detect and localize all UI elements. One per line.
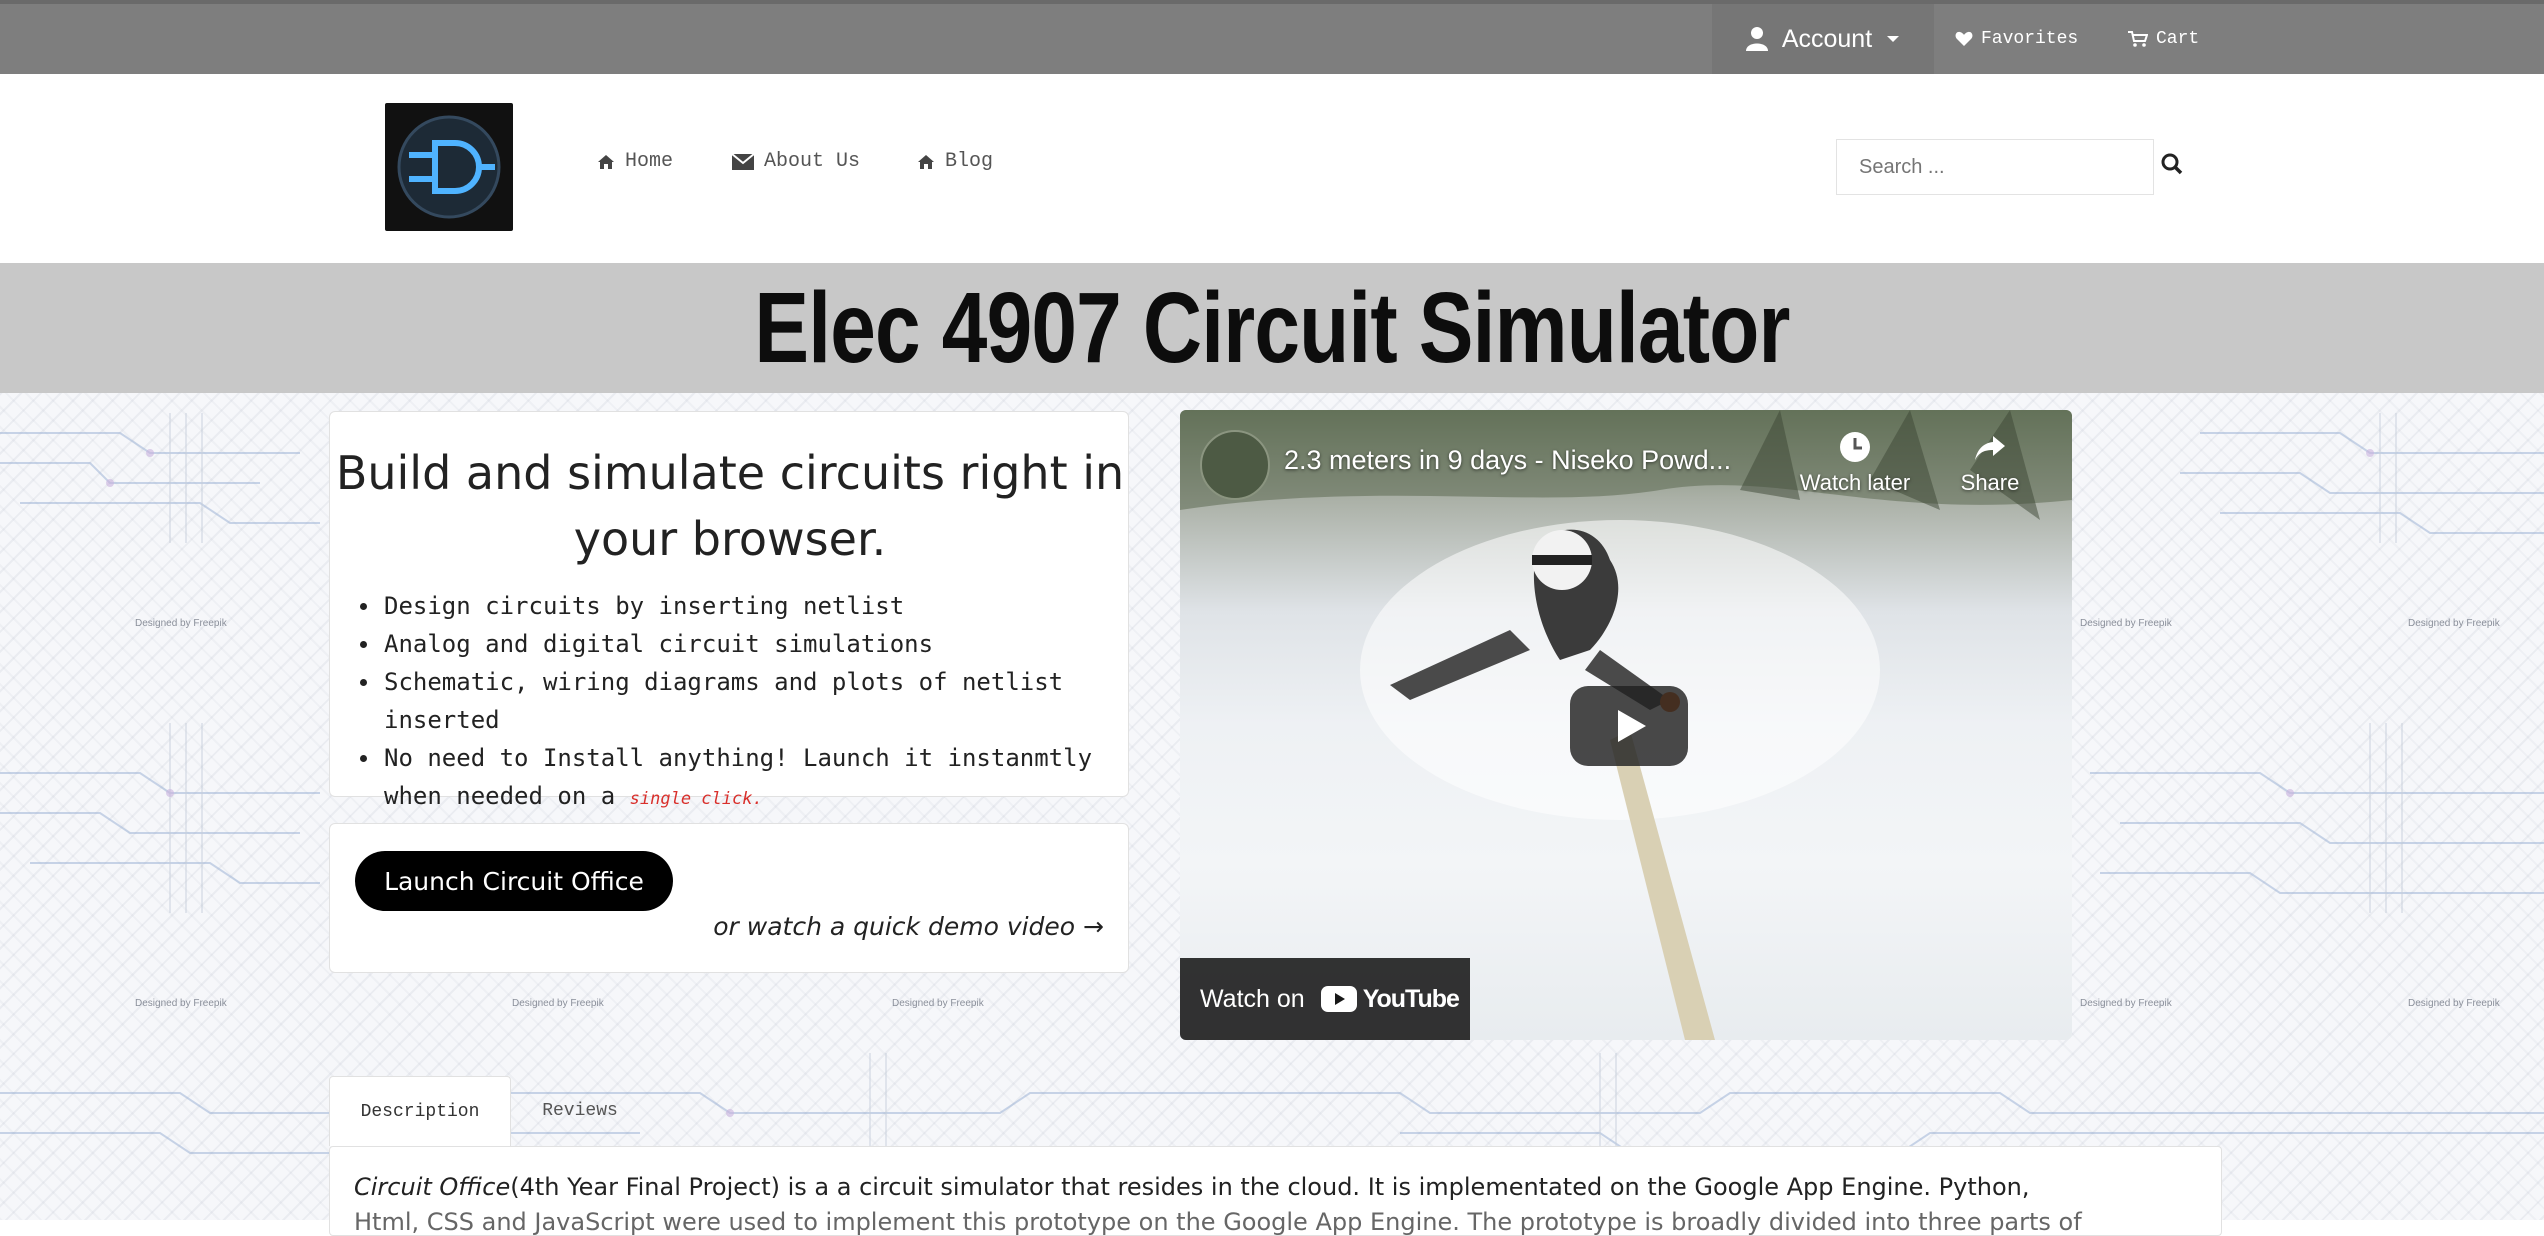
background-credit: Designed by Freepik: [2080, 618, 2172, 629]
cart-label: Cart: [2156, 29, 2200, 49]
intro-heading: Build and simulate circuits right in you…: [335, 446, 1125, 566]
cart-link[interactable]: Cart: [2128, 4, 2199, 74]
background-credit: Designed by Freepik: [2408, 998, 2500, 1009]
home-icon: [598, 154, 614, 169]
launch-panel: Launch Circuit Office or watch a quick d…: [329, 823, 1129, 973]
share-label: Share: [1960, 470, 2020, 495]
share-button[interactable]: Share: [1920, 430, 2060, 496]
youtube-wordmark: YouTube: [1362, 984, 1460, 1013]
feature-item: Schematic, wiring diagrams and plots of …: [356, 663, 1116, 739]
feature-item: Design circuits by inserting netlist: [356, 587, 1116, 625]
watch-on-label: Watch on: [1200, 984, 1305, 1013]
feature-item: Analog and digital circuit simulations: [356, 625, 1116, 663]
site-logo[interactable]: [385, 103, 513, 231]
tab-reviews[interactable]: Reviews: [520, 1076, 640, 1146]
nav-about-label: About Us: [764, 150, 861, 173]
search-icon: [2161, 153, 2183, 175]
watch-on-youtube-button[interactable]: Watch on YouTube: [1180, 958, 1470, 1040]
nav-home[interactable]: Home: [597, 150, 673, 173]
account-menu[interactable]: Account: [1712, 4, 1934, 74]
intro-panel: Build and simulate circuits right in you…: [329, 411, 1129, 810]
play-icon: [1618, 710, 1646, 742]
description-text-partial: Html, CSS and JavaScript were used to im…: [354, 1208, 2082, 1236]
caret-down-icon: [1887, 36, 1900, 42]
tab-reviews-label: Reviews: [542, 1101, 618, 1121]
background-credit: Designed by Freepik: [135, 618, 227, 629]
watch-later-button[interactable]: Watch later: [1785, 430, 1925, 496]
search-button[interactable]: [2160, 152, 2190, 182]
nav-home-label: Home: [625, 150, 674, 173]
hero-banner: Elec 4907 Circuit Simulator: [0, 263, 2544, 393]
channel-avatar[interactable]: [1200, 430, 1270, 500]
page-title: Elec 4907 Circuit Simulator: [754, 272, 1790, 384]
youtube-logo: YouTube: [1320, 984, 1460, 1014]
watch-later-label: Watch later: [1799, 470, 1911, 495]
feature-item: No need to Install anything! Launch it i…: [356, 739, 1116, 818]
clock-icon: [1840, 432, 1870, 462]
product-name: Circuit Office: [354, 1173, 511, 1201]
favorites-label: Favorites: [1981, 29, 2079, 49]
description-text: Circuit Office(4th Year Final Project) i…: [354, 1168, 2194, 1206]
cart-icon: [2128, 31, 2148, 47]
top-bar: Account Favorites Cart: [0, 0, 2544, 74]
home-icon: [918, 154, 934, 169]
nav-blog-label: Blog: [945, 150, 994, 173]
nav-blog[interactable]: Blog: [917, 150, 993, 173]
heart-icon: [1955, 31, 1973, 46]
share-icon: [1975, 436, 2005, 460]
single-click-emphasis: single click.: [629, 789, 763, 809]
envelope-icon: [732, 153, 754, 170]
launch-circuit-office-button[interactable]: Launch Circuit Office: [355, 851, 673, 911]
background-credit: Designed by Freepik: [892, 998, 984, 1009]
youtube-play-icon: [1320, 986, 1357, 1012]
favorites-link[interactable]: Favorites: [1955, 4, 2078, 74]
user-icon: [1745, 27, 1768, 51]
background-credit: Designed by Freepik: [2408, 618, 2500, 629]
video-player[interactable]: 2.3 meters in 9 days - Niseko Powd... Wa…: [1180, 410, 2072, 1040]
video-title[interactable]: 2.3 meters in 9 days - Niseko Powd...: [1284, 445, 1731, 476]
play-button[interactable]: [1570, 686, 1688, 766]
background-credit: Designed by Freepik: [2080, 998, 2172, 1009]
logic-gate-logo-icon: [397, 115, 501, 219]
demo-video-link[interactable]: or watch a quick demo video →: [713, 912, 1104, 941]
description-body: (4th Year Final Project) is a a circuit …: [510, 1173, 2030, 1201]
tab-description[interactable]: Description: [329, 1076, 511, 1146]
search-input[interactable]: [1836, 139, 2154, 195]
tab-description-label: Description: [360, 1101, 480, 1122]
nav-about[interactable]: About Us: [732, 150, 860, 173]
background-credit: Designed by Freepik: [135, 998, 227, 1009]
feature-list: Design circuits by inserting netlist Ana…: [356, 587, 1116, 818]
account-label: Account: [1781, 24, 1873, 53]
background-credit: Designed by Freepik: [512, 998, 604, 1009]
